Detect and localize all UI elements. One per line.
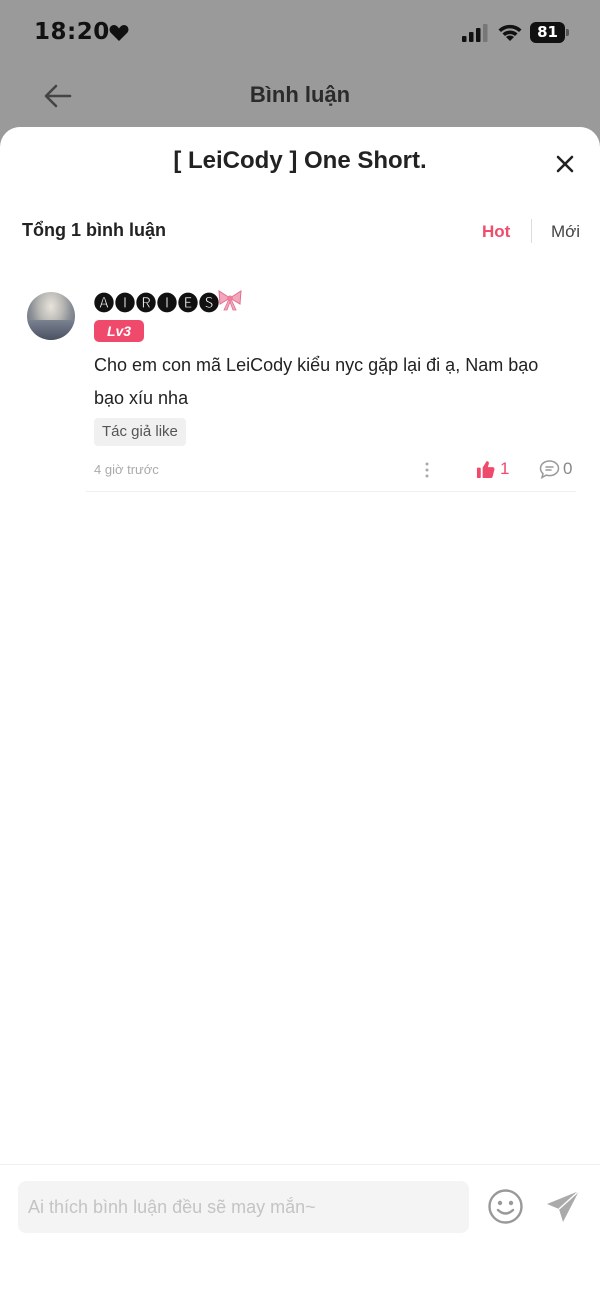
- heart-icon: [109, 25, 129, 41]
- author-like-tag: Tác giả like: [94, 418, 186, 446]
- comment-time: 4 giờ trước: [94, 462, 159, 477]
- bow-icon: [218, 290, 242, 311]
- comment-input[interactable]: [18, 1181, 469, 1233]
- comments-sheet: [ LeiCody ] One Short. Tổng 1 bình luận …: [0, 127, 600, 1299]
- more-icon[interactable]: [420, 460, 434, 480]
- status-time: 18:20: [34, 19, 110, 45]
- battery-icon: 81: [530, 22, 570, 43]
- comment-count: Tổng 1 bình luận: [22, 220, 166, 240]
- divider: [86, 491, 576, 492]
- close-icon: [556, 155, 574, 173]
- reply-button[interactable]: 0: [539, 457, 572, 481]
- reply-count: 0: [563, 459, 573, 478]
- battery-level: 81: [530, 22, 565, 43]
- thumbs-up-icon: [476, 460, 495, 478]
- sort-new-tab[interactable]: Mới: [551, 222, 580, 242]
- like-count: 1: [500, 459, 510, 478]
- emoji-icon[interactable]: [487, 1188, 524, 1225]
- avatar[interactable]: [27, 292, 75, 340]
- like-button[interactable]: 1: [476, 457, 509, 481]
- status-bar: 18:20 81: [0, 0, 600, 64]
- sort-divider: [531, 219, 532, 243]
- send-icon[interactable]: [545, 1189, 581, 1225]
- level-badge: Lv3: [94, 320, 144, 342]
- sheet-title: [ LeiCody ] One Short.: [173, 147, 427, 174]
- divider: [0, 1164, 600, 1165]
- sort-hot-tab[interactable]: Hot: [482, 222, 510, 242]
- wifi-icon: [498, 24, 522, 41]
- close-button[interactable]: [550, 149, 580, 179]
- comment-text: Cho em con mã LeiCody kiểu nyc gặp lại đ…: [94, 355, 539, 408]
- signal-icon: [462, 24, 488, 42]
- page-title: Bình luận: [249, 82, 351, 107]
- comment-bubble-icon: [539, 460, 560, 479]
- comment-username[interactable]: 🅐🅘🅡🅘🅔🅢: [94, 287, 220, 316]
